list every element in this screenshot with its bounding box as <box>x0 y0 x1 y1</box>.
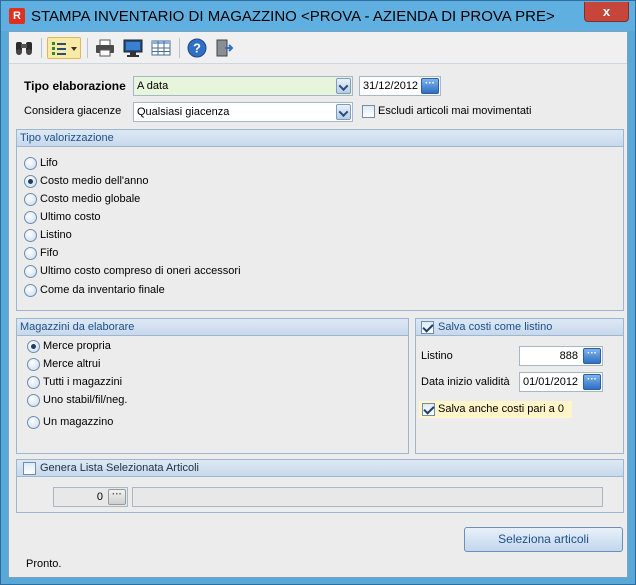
toolbar-separator <box>179 38 180 58</box>
radio-un-magazzino-label: Un magazzino <box>43 416 114 428</box>
radio-un-magazzino[interactable] <box>27 416 40 429</box>
chevron-down-icon[interactable] <box>336 78 351 94</box>
salva-costi-group: Salva costi come listino Listino 888 ···… <box>415 318 624 454</box>
salva-zero-checkbox[interactable] <box>422 403 435 416</box>
salva-costi-checkbox[interactable] <box>421 321 434 334</box>
tipo-valorizzazione-group: Tipo valorizzazione Lifo Costo medio del… <box>16 129 624 311</box>
ellipsis-icon[interactable]: ··· <box>108 489 126 505</box>
binoculars-icon[interactable] <box>13 37 35 59</box>
considera-giacenze-label: Considera giacenze <box>24 105 122 117</box>
escludi-checkbox[interactable] <box>362 105 375 118</box>
considera-giacenze-select[interactable]: Qualsiasi giacenza <box>133 102 353 122</box>
listino-value: 888 <box>559 350 578 362</box>
radio-merce-propria-label: Merce propria <box>43 340 111 352</box>
radio-costo-medio-globale[interactable] <box>24 193 37 206</box>
listino-label: Listino <box>421 350 453 362</box>
salva-costi-title: Salva costi come listino <box>438 321 553 333</box>
genera-lista-title: Genera Lista Selezionata Articoli <box>40 462 199 474</box>
tipo-elaborazione-label: Tipo elaborazione <box>24 79 126 93</box>
window-title: STAMPA INVENTARIO DI MAGAZZINO <PROVA - … <box>31 8 555 25</box>
monitor-preview-icon[interactable] <box>122 37 144 59</box>
lista-code-field[interactable]: 0 ··· <box>53 487 128 507</box>
app-window: R STAMPA INVENTARIO DI MAGAZZINO <PROVA … <box>0 0 636 585</box>
radio-come-inventario-finale[interactable] <box>24 284 37 297</box>
ellipsis-icon[interactable]: ··· <box>583 374 601 390</box>
radio-ultimo-costo-oneri-label: Ultimo costo compreso di oneri accessori <box>40 265 241 277</box>
magazzini-group: Magazzini da elaborare Merce propria Mer… <box>16 318 409 454</box>
tipo-valorizzazione-title: Tipo valorizzazione <box>20 132 114 144</box>
radio-costo-medio-anno[interactable] <box>24 175 37 188</box>
spreadsheet-icon[interactable] <box>150 37 172 59</box>
data-inizio-field[interactable]: 01/01/2012 ··· <box>519 372 603 392</box>
radio-merce-altrui[interactable] <box>27 358 40 371</box>
group-header: Magazzini da elaborare <box>17 319 408 336</box>
app-icon[interactable]: R <box>9 8 25 24</box>
radio-listino-label: Listino <box>40 229 72 241</box>
listino-field[interactable]: 888 ··· <box>519 346 603 366</box>
exit-icon[interactable] <box>213 37 235 59</box>
salva-zero-label: Salva anche costi pari a 0 <box>438 403 564 415</box>
considera-giacenze-value: Qualsiasi giacenza <box>137 106 230 118</box>
radio-ultimo-costo-oneri[interactable] <box>24 265 37 278</box>
group-header: Genera Lista Selezionata Articoli <box>17 460 623 477</box>
list-view-dropdown-icon[interactable] <box>47 37 81 59</box>
lista-description-field[interactable] <box>132 487 603 507</box>
seleziona-articoli-button[interactable]: Seleziona articoli <box>464 527 623 552</box>
tipo-elaborazione-select[interactable]: A data <box>133 76 353 96</box>
radio-merce-altrui-label: Merce altrui <box>43 358 101 370</box>
data-inizio-value: 01/01/2012 <box>523 376 579 388</box>
magazzini-title: Magazzini da elaborare <box>20 321 135 333</box>
data-elaborazione-value: 31/12/2012 <box>363 80 419 92</box>
group-header: Tipo valorizzazione <box>17 130 623 147</box>
radio-fifo-label: Fifo <box>40 247 59 259</box>
radio-lifo[interactable] <box>24 157 37 170</box>
radio-ultimo-costo-label: Ultimo costo <box>40 211 101 223</box>
ellipsis-icon[interactable]: ··· <box>421 78 439 94</box>
group-header: Salva costi come listino <box>416 319 623 336</box>
toolbar: ? <box>9 32 627 64</box>
data-elaborazione-field[interactable]: 31/12/2012 ··· <box>359 76 441 96</box>
radio-costo-medio-globale-label: Costo medio globale <box>40 193 141 205</box>
tipo-elaborazione-value: A data <box>137 80 169 92</box>
svg-text:?: ? <box>193 41 201 56</box>
radio-lifo-label: Lifo <box>40 157 58 169</box>
escludi-label: Escludi articoli mai movimentati <box>378 105 532 117</box>
lista-code-value: 0 <box>96 491 103 503</box>
radio-uno-stabil-label: Uno stabil/fil/neg. <box>43 394 128 406</box>
genera-lista-group: Genera Lista Selezionata Articoli 0 ··· <box>16 459 624 513</box>
chevron-down-icon[interactable] <box>336 104 351 120</box>
title-bar[interactable]: R STAMPA INVENTARIO DI MAGAZZINO <PROVA … <box>1 1 635 31</box>
printer-icon[interactable] <box>94 37 116 59</box>
radio-tutti-magazzini[interactable] <box>27 376 40 389</box>
radio-listino[interactable] <box>24 229 37 242</box>
radio-tutti-magazzini-label: Tutti i magazzini <box>43 376 123 388</box>
data-inizio-label: Data inizio validità <box>421 376 510 388</box>
client-area: ? Tipo elaborazione A data 31/12/2012 ··… <box>8 31 628 578</box>
radio-uno-stabil[interactable] <box>27 394 40 407</box>
radio-costo-medio-anno-label: Costo medio dell'anno <box>40 175 149 187</box>
help-icon[interactable]: ? <box>186 37 208 59</box>
toolbar-separator <box>41 38 42 58</box>
radio-ultimo-costo[interactable] <box>24 211 37 224</box>
close-button[interactable]: x <box>584 2 629 22</box>
genera-lista-checkbox[interactable] <box>23 462 36 475</box>
status-text: Pronto. <box>26 558 62 570</box>
ellipsis-icon[interactable]: ··· <box>583 348 601 364</box>
radio-come-inventario-finale-label: Come da inventario finale <box>40 284 165 296</box>
radio-merce-propria[interactable] <box>27 340 40 353</box>
toolbar-separator <box>87 38 88 58</box>
radio-fifo[interactable] <box>24 247 37 260</box>
